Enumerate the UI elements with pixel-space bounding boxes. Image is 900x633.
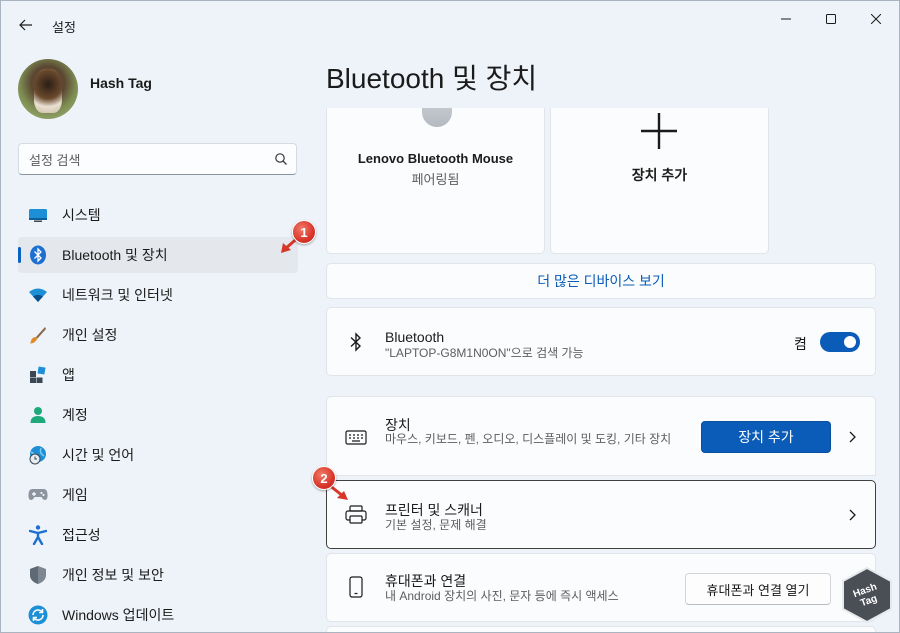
avatar[interactable] [18, 59, 78, 119]
close-button[interactable] [854, 5, 898, 33]
sidebar-item-label: 앱 [62, 367, 75, 383]
search-box[interactable] [18, 143, 297, 175]
sidebar-item-accounts[interactable]: 계정 [18, 397, 298, 433]
sidebar-item-label: 개인 정보 및 보안 [62, 567, 164, 583]
next-row[interactable] [326, 626, 876, 632]
phone-link-subtitle: 내 Android 장치의 사진, 문자 등에 즉시 액세스 [385, 589, 619, 603]
add-device-card[interactable]: 장치 추가 [550, 108, 769, 254]
bluetooth-toggle[interactable] [820, 332, 860, 352]
annotation-badge-2: 2 [312, 466, 336, 490]
sidebar-item-apps[interactable]: 앱 [18, 357, 298, 393]
update-icon [28, 605, 48, 625]
title-bar: 설정 [1, 1, 899, 49]
sidebar-nav: 시스템 Bluetooth 및 장치 네트워크 및 인터넷 개인 설정 앱 계정… [18, 197, 298, 632]
bluetooth-row: Bluetooth "LAPTOP-G8M1N0ON"으로 검색 가능 켬 [326, 307, 876, 376]
close-icon [871, 14, 881, 24]
back-arrow-icon [19, 19, 32, 31]
toggle-knob [844, 336, 856, 348]
sidebar-item-label: 접근성 [62, 527, 101, 543]
keyboard-icon [345, 426, 367, 448]
gamepad-icon [28, 485, 48, 505]
sidebar-item-privacy[interactable]: 개인 정보 및 보안 [18, 557, 298, 593]
minimize-icon [781, 18, 791, 20]
back-button[interactable] [15, 13, 37, 37]
search-icon[interactable] [274, 152, 288, 166]
sidebar-item-personalization[interactable]: 개인 설정 [18, 317, 298, 353]
printers-row[interactable]: 프린터 및 스캐너 기본 설정, 문제 해결 [326, 480, 876, 549]
maximize-button[interactable] [809, 5, 853, 33]
bluetooth-icon [345, 331, 367, 353]
bluetooth-subtitle: "LAPTOP-G8M1N0ON"으로 검색 가능 [385, 346, 584, 360]
sidebar-item-system[interactable]: 시스템 [18, 197, 298, 233]
open-phone-link-button[interactable]: 휴대폰과 연결 열기 [685, 573, 831, 605]
maximize-icon [826, 14, 836, 24]
printers-subtitle: 기본 설정, 문제 해결 [385, 518, 487, 532]
sidebar-item-gaming[interactable]: 게임 [18, 477, 298, 513]
sidebar-item-windows-update[interactable]: Windows 업데이트 [18, 597, 298, 632]
devices-row[interactable]: 장치 마우스, 키보드, 펜, 오디오, 디스플레이 및 도킹, 기타 장치 장… [326, 396, 876, 476]
bluetooth-icon [28, 245, 48, 265]
system-icon [28, 205, 48, 225]
device-status: 페어링됨 [411, 172, 460, 187]
avatar-photo [34, 69, 62, 113]
devices-subtitle: 마우스, 키보드, 펜, 오디오, 디스플레이 및 도킹, 기타 장치 [385, 432, 672, 446]
annotation-badge-1: 1 [292, 220, 316, 244]
main-content: Lenovo Bluetooth Mouse 페어링됨 장치 추가 더 많은 디… [326, 108, 876, 632]
bluetooth-title: Bluetooth [385, 329, 445, 345]
hashtag-logo: Hash Tag [842, 566, 892, 624]
user-name: Hash Tag [90, 75, 152, 91]
sidebar-item-label: 네트워크 및 인터넷 [62, 287, 173, 303]
sidebar-item-label: Windows 업데이트 [62, 607, 175, 623]
printer-icon [345, 504, 367, 526]
sidebar-item-time-language[interactable]: 시간 및 언어 [18, 437, 298, 473]
sidebar-item-label: 시스템 [62, 207, 101, 223]
globe-clock-icon [28, 445, 48, 465]
toggle-state-label: 켬 [794, 336, 807, 352]
apps-icon [28, 365, 48, 385]
account-icon [28, 405, 48, 425]
wifi-icon [28, 285, 48, 305]
sidebar-item-label: 계정 [62, 407, 88, 423]
more-devices-link[interactable]: 더 많은 디바이스 보기 [326, 263, 876, 299]
search-input[interactable] [29, 150, 259, 170]
phone-link-row[interactable]: 휴대폰과 연결 내 Android 장치의 사진, 문자 등에 즉시 액세스 휴… [326, 553, 876, 622]
sidebar-item-bluetooth[interactable]: Bluetooth 및 장치 [18, 237, 298, 273]
minimize-button[interactable] [764, 5, 808, 33]
mouse-icon [422, 108, 452, 127]
settings-window: 설정 Hash Tag 시스템 Bluetooth 및 장치 [0, 0, 900, 633]
app-title: 설정 [52, 20, 76, 35]
shield-icon [28, 565, 48, 585]
sidebar-item-label: 게임 [62, 487, 88, 503]
chevron-right-icon[interactable] [847, 430, 857, 444]
accessibility-icon [28, 525, 48, 545]
sidebar-item-accessibility[interactable]: 접근성 [18, 517, 298, 553]
sidebar-item-label: Bluetooth 및 장치 [62, 247, 168, 263]
add-device-label: 장치 추가 [631, 167, 688, 183]
device-name: Lenovo Bluetooth Mouse [357, 151, 514, 166]
phone-icon [345, 576, 367, 598]
more-devices-label: 더 많은 디바이스 보기 [537, 273, 665, 289]
add-device-button[interactable]: 장치 추가 [701, 421, 831, 453]
plus-icon [641, 113, 677, 149]
sidebar-item-network[interactable]: 네트워크 및 인터넷 [18, 277, 298, 313]
page-title: Bluetooth 및 장치 [326, 63, 538, 94]
sidebar-item-label: 시간 및 언어 [62, 447, 135, 463]
brush-icon [28, 325, 48, 345]
device-card-mouse[interactable]: Lenovo Bluetooth Mouse 페어링됨 [326, 108, 545, 254]
chevron-right-icon[interactable] [847, 508, 857, 522]
sidebar-item-label: 개인 설정 [62, 327, 118, 343]
